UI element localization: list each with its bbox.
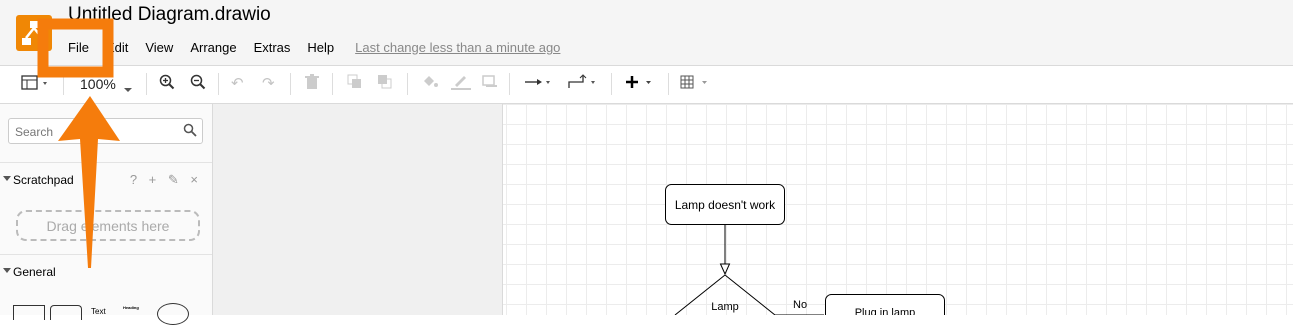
toolbar-separator	[218, 73, 219, 95]
collapse-triangle-icon	[3, 176, 11, 181]
zoom-out-icon[interactable]	[190, 74, 206, 94]
edge-label: No	[793, 299, 807, 311]
shapes-sidebar: Search Scratchpad ? + ✎ × Drag elements …	[0, 104, 213, 325]
table-icon[interactable]	[680, 74, 712, 94]
drawio-logo	[16, 15, 52, 51]
node-label: Plug in lamp	[855, 307, 916, 315]
general-label: General	[13, 265, 56, 279]
menu-edit[interactable]: Edit	[106, 40, 128, 55]
menu-bar: File Edit View Arrange Extras Help Last …	[68, 40, 577, 55]
menu-extras[interactable]: Extras	[254, 40, 291, 55]
general-header[interactable]: General	[0, 254, 212, 288]
header: Untitled Diagram.drawio File Edit View A…	[0, 0, 1293, 66]
delete-icon[interactable]	[305, 74, 319, 94]
to-front-icon[interactable]	[347, 74, 363, 94]
rectangle-shape[interactable]	[13, 305, 45, 320]
toolbar-separator	[407, 73, 408, 95]
toolbar-separator	[146, 73, 147, 95]
search-icon[interactable]	[183, 123, 197, 142]
search-placeholder: Search	[15, 125, 54, 139]
toolbar: 100% ↶ ↷	[0, 66, 1293, 104]
collapse-triangle-icon	[3, 268, 11, 273]
format-panel-icon[interactable]	[21, 75, 51, 95]
zoom-dropdown-icon[interactable]	[123, 80, 133, 97]
dropzone-text: Drag elements here	[46, 218, 170, 234]
line-color-icon[interactable]	[451, 74, 471, 94]
menu-file[interactable]: File	[68, 40, 89, 55]
insert-plus-icon[interactable]	[624, 74, 656, 94]
zoom-level[interactable]: 100%	[80, 76, 116, 92]
scratchpad-header[interactable]: Scratchpad ? + ✎ ×	[0, 162, 212, 196]
shadow-icon[interactable]	[482, 74, 498, 94]
rounded-rectangle-shape[interactable]	[50, 305, 82, 320]
node-label: Lamp doesn't work	[675, 198, 776, 212]
menu-view[interactable]: View	[145, 40, 173, 55]
heading-shape[interactable]: Heading	[123, 305, 139, 310]
toolbar-separator	[509, 73, 510, 95]
to-back-icon[interactable]	[377, 74, 393, 94]
diagram-canvas[interactable]: Lamp doesn't work Lamp No Plug in lamp	[502, 104, 1293, 315]
menu-help[interactable]: Help	[307, 40, 334, 55]
scratchpad-label: Scratchpad	[13, 173, 74, 187]
document-title[interactable]: Untitled Diagram.drawio	[68, 4, 271, 26]
shape-search-input[interactable]: Search	[8, 118, 203, 144]
toolbar-separator	[63, 73, 64, 95]
canvas-background	[213, 104, 502, 315]
ellipse-shape[interactable]	[157, 303, 189, 325]
node-label: Lamp	[711, 301, 739, 313]
connection-arrow-icon[interactable]	[524, 74, 554, 94]
diagram-svg: Lamp doesn't work Lamp No Plug in lamp	[665, 184, 945, 315]
scratchpad-dropzone[interactable]: Drag elements here	[16, 210, 200, 241]
toolbar-separator	[290, 73, 291, 95]
undo-icon[interactable]: ↶	[231, 74, 244, 92]
fill-color-icon[interactable]	[421, 74, 439, 94]
toolbar-separator	[332, 73, 333, 95]
zoom-in-icon[interactable]	[159, 74, 175, 94]
scratchpad-actions-icon[interactable]: ? + ✎ ×	[130, 172, 202, 188]
menu-arrange[interactable]: Arrange	[190, 40, 236, 55]
toolbar-separator	[611, 73, 612, 95]
toolbar-separator	[668, 73, 669, 95]
arrowhead-icon	[719, 263, 731, 276]
last-change-link[interactable]: Last change less than a minute ago	[355, 40, 560, 55]
waypoints-icon[interactable]	[567, 74, 599, 94]
redo-icon[interactable]: ↷	[262, 74, 275, 92]
